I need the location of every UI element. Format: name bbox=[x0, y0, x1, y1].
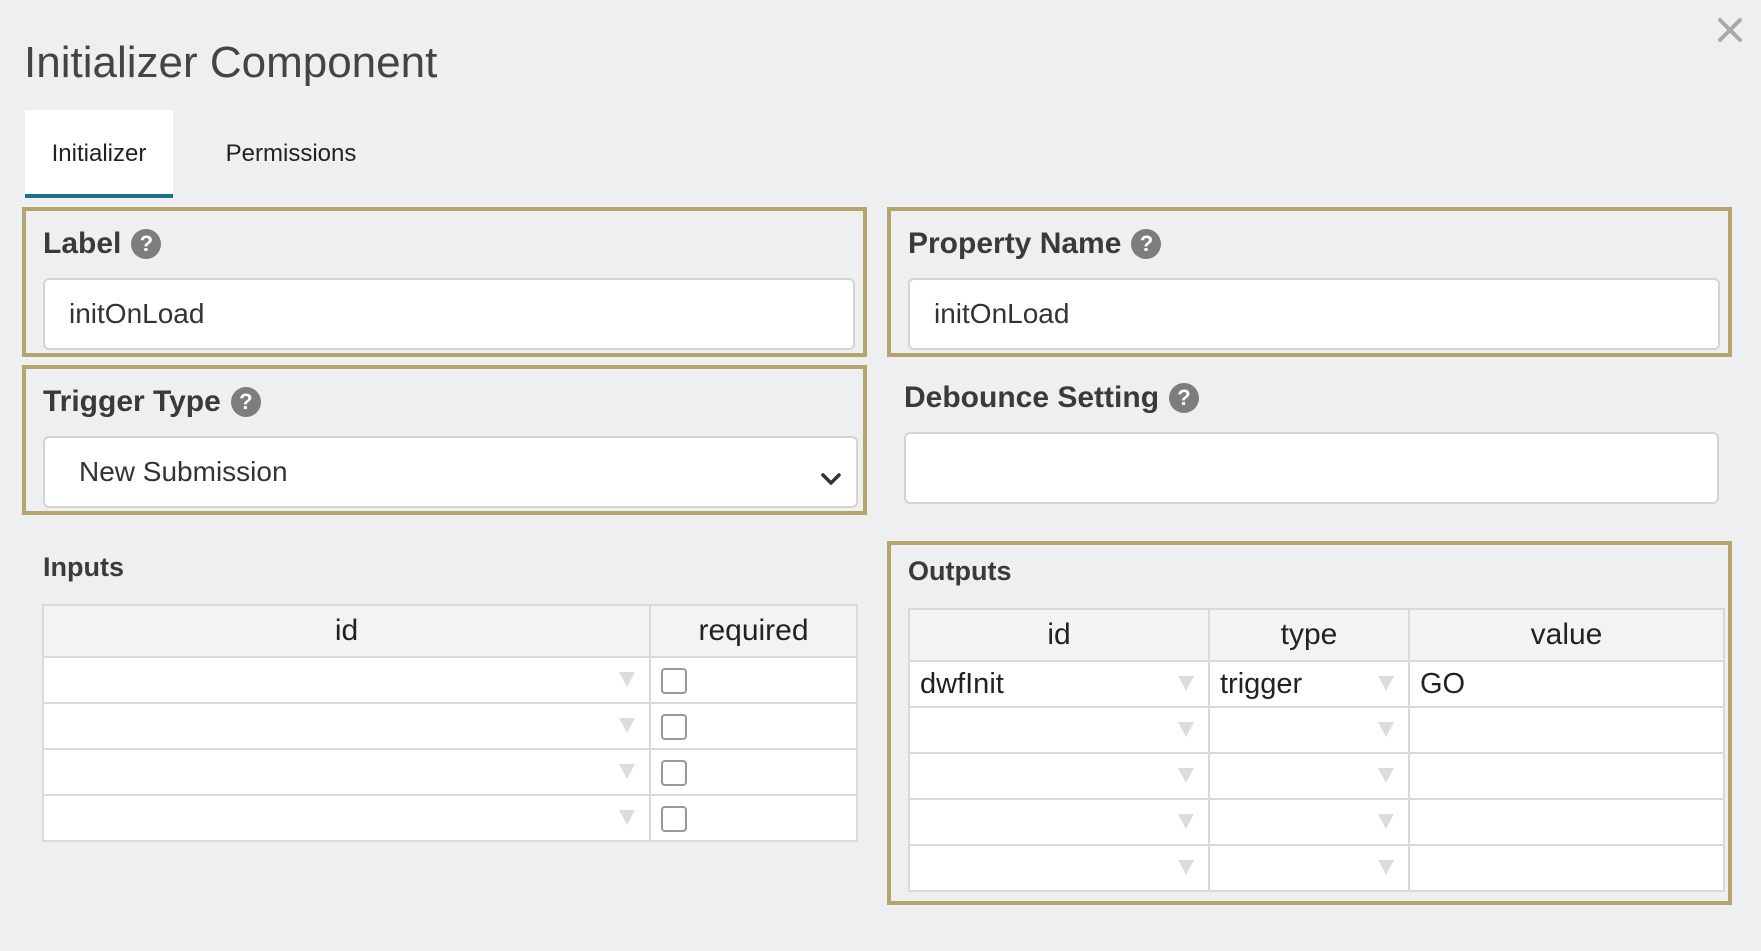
table-row bbox=[42, 794, 858, 842]
chevron-down-icon bbox=[820, 462, 842, 494]
label-field-title: Label bbox=[43, 227, 122, 260]
inputs-col-id[interactable]: id bbox=[42, 604, 651, 658]
dropdown-arrow-icon[interactable] bbox=[619, 672, 635, 687]
tab-initializer[interactable]: Initializer bbox=[25, 110, 173, 198]
question-circle-icon[interactable]: ? bbox=[1131, 229, 1162, 259]
dropdown-arrow-icon[interactable] bbox=[1178, 722, 1194, 737]
inputs-col-required[interactable]: required bbox=[649, 604, 858, 658]
outputs-value-cell[interactable] bbox=[1408, 752, 1725, 800]
dialog-title: Initializer Component bbox=[24, 38, 438, 87]
dropdown-arrow-icon[interactable] bbox=[1378, 722, 1394, 737]
property-name-input[interactable]: initOnLoad bbox=[908, 278, 1720, 350]
dropdown-arrow-icon[interactable] bbox=[1178, 814, 1194, 829]
label-input[interactable]: initOnLoad bbox=[43, 278, 855, 350]
property-name-field-group: Property Name ? initOnLoad bbox=[887, 207, 1732, 357]
tab-permissions[interactable]: Permissions bbox=[173, 110, 409, 198]
inputs-id-cell[interactable] bbox=[42, 748, 651, 796]
inputs-required-cell bbox=[649, 656, 858, 704]
debounce-field-title: Debounce Setting bbox=[904, 381, 1160, 414]
question-circle-icon[interactable]: ? bbox=[131, 229, 162, 259]
table-row bbox=[908, 844, 1725, 892]
outputs-type-cell[interactable] bbox=[1208, 844, 1410, 892]
required-checkbox[interactable] bbox=[661, 713, 687, 740]
inputs-id-cell[interactable] bbox=[42, 702, 651, 750]
outputs-section-title: Outputs bbox=[908, 556, 1012, 586]
table-row bbox=[42, 748, 858, 796]
dropdown-arrow-icon[interactable] bbox=[619, 764, 635, 779]
inputs-id-cell[interactable] bbox=[42, 656, 651, 704]
inputs-id-cell[interactable] bbox=[42, 794, 651, 842]
close-icon[interactable] bbox=[1710, 10, 1750, 50]
required-checkbox[interactable] bbox=[661, 667, 687, 694]
dropdown-arrow-icon[interactable] bbox=[1378, 768, 1394, 783]
outputs-section: Outputs id type value dwfInit trigger GO bbox=[887, 541, 1732, 905]
dropdown-arrow-icon[interactable] bbox=[1178, 768, 1194, 783]
outputs-id-cell[interactable]: dwfInit bbox=[908, 660, 1210, 708]
inputs-required-cell bbox=[649, 702, 858, 750]
question-circle-icon[interactable]: ? bbox=[230, 387, 261, 417]
debounce-field-group: Debounce Setting ? bbox=[887, 365, 1732, 515]
trigger-type-selected-value: New Submission bbox=[79, 456, 288, 487]
table-row bbox=[42, 656, 858, 704]
dropdown-arrow-icon[interactable] bbox=[1178, 860, 1194, 875]
outputs-id-cell[interactable] bbox=[908, 798, 1210, 846]
outputs-col-type[interactable]: type bbox=[1208, 608, 1410, 662]
outputs-id-cell[interactable] bbox=[908, 752, 1210, 800]
property-name-field-title: Property Name bbox=[908, 227, 1122, 260]
table-row bbox=[908, 706, 1725, 754]
question-circle-icon[interactable]: ? bbox=[1169, 383, 1200, 413]
required-checkbox[interactable] bbox=[661, 805, 687, 832]
outputs-value-cell[interactable] bbox=[1408, 798, 1725, 846]
outputs-col-value[interactable]: value bbox=[1408, 608, 1725, 662]
trigger-type-select[interactable]: New Submission bbox=[43, 436, 858, 508]
dropdown-arrow-icon[interactable] bbox=[1378, 860, 1394, 875]
dropdown-arrow-icon[interactable] bbox=[1378, 676, 1394, 691]
table-row bbox=[42, 702, 858, 750]
outputs-col-id[interactable]: id bbox=[908, 608, 1210, 662]
dropdown-arrow-icon[interactable] bbox=[619, 718, 635, 733]
outputs-id-cell[interactable] bbox=[908, 844, 1210, 892]
required-checkbox[interactable] bbox=[661, 759, 687, 786]
inputs-table: id required bbox=[42, 604, 858, 842]
inputs-section-title: Inputs bbox=[43, 552, 124, 582]
dropdown-arrow-icon[interactable] bbox=[1178, 676, 1194, 691]
trigger-type-field-group: Trigger Type ? New Submission bbox=[22, 365, 867, 515]
outputs-type-cell[interactable]: trigger bbox=[1208, 660, 1410, 708]
inputs-required-cell bbox=[649, 794, 858, 842]
outputs-value-cell[interactable] bbox=[1408, 844, 1725, 892]
dropdown-arrow-icon[interactable] bbox=[1378, 814, 1394, 829]
debounce-input[interactable] bbox=[904, 432, 1719, 504]
outputs-value-cell[interactable]: GO bbox=[1408, 660, 1725, 708]
table-row bbox=[908, 752, 1725, 800]
dropdown-arrow-icon[interactable] bbox=[619, 810, 635, 825]
outputs-type-cell[interactable] bbox=[1208, 752, 1410, 800]
inputs-required-cell bbox=[649, 748, 858, 796]
table-row bbox=[908, 798, 1725, 846]
outputs-table: id type value dwfInit trigger GO bbox=[908, 608, 1725, 892]
table-row: dwfInit trigger GO bbox=[908, 660, 1725, 708]
outputs-id-cell[interactable] bbox=[908, 706, 1210, 754]
outputs-type-cell[interactable] bbox=[1208, 798, 1410, 846]
trigger-type-field-title: Trigger Type bbox=[43, 385, 221, 418]
outputs-type-cell[interactable] bbox=[1208, 706, 1410, 754]
outputs-value-cell[interactable] bbox=[1408, 706, 1725, 754]
label-field-group: Label ? initOnLoad bbox=[22, 207, 867, 357]
